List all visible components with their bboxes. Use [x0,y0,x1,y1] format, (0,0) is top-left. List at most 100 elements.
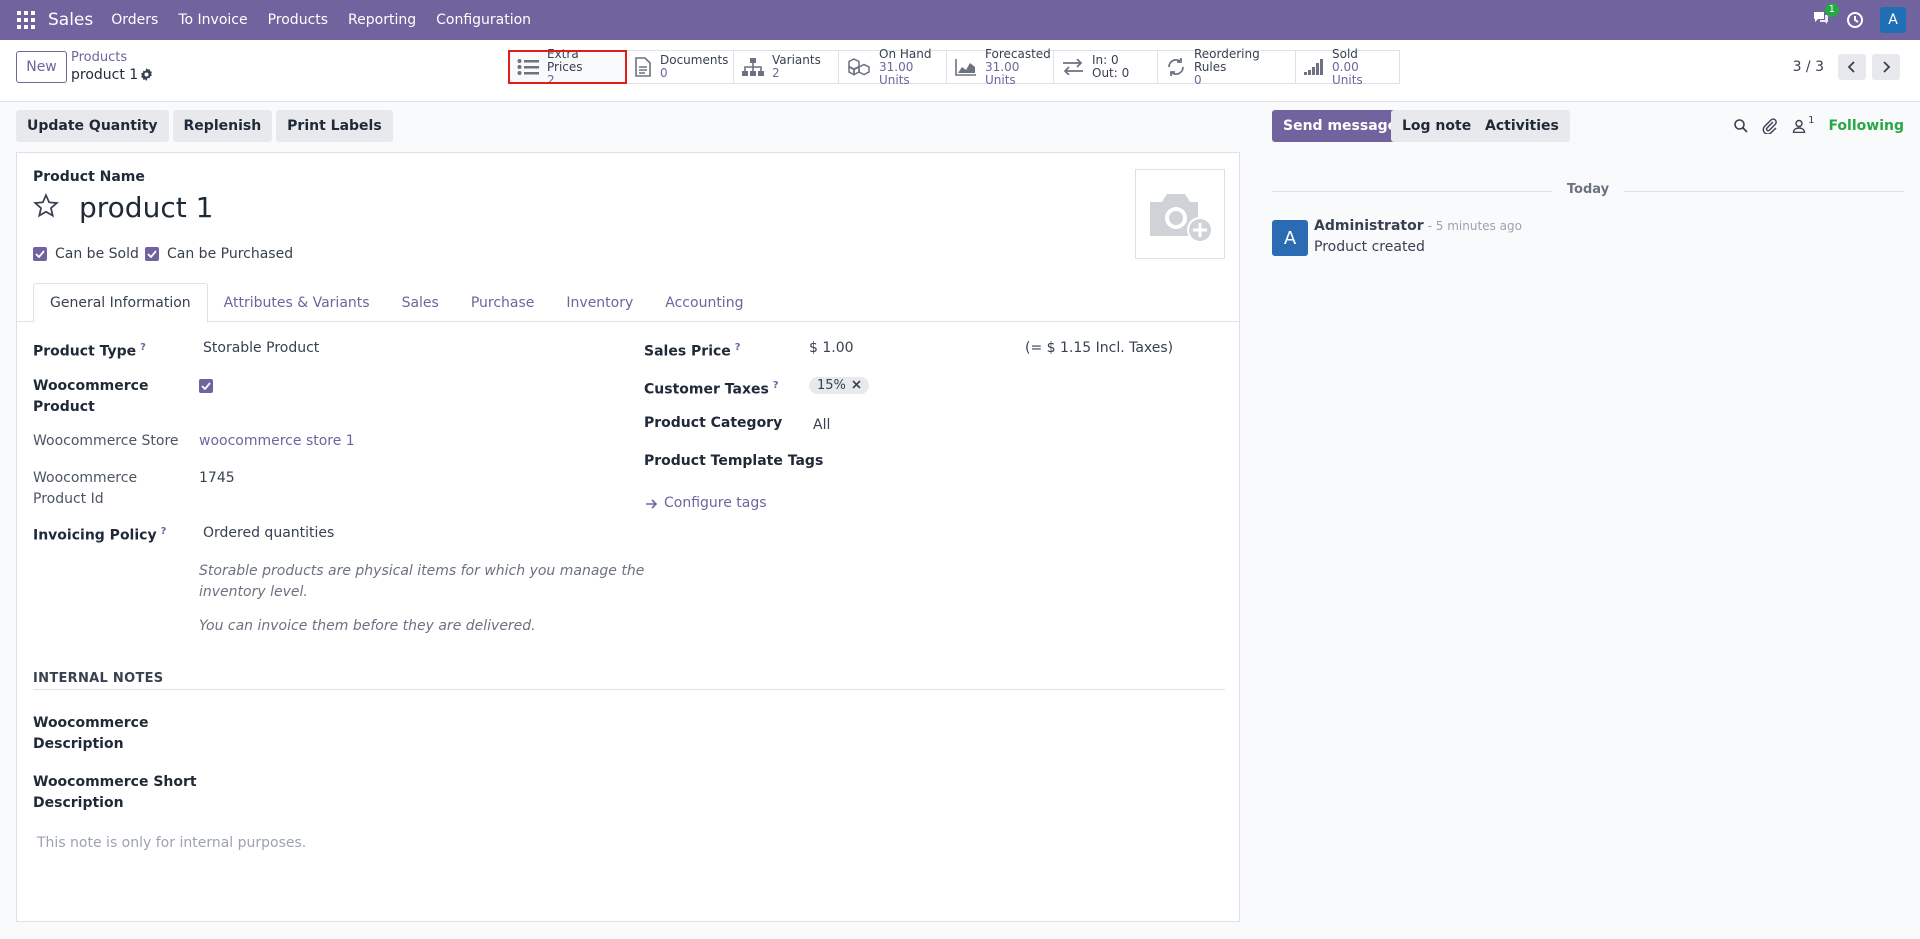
message-time: - 5 minutes ago [1427,219,1522,233]
tab-inventory[interactable]: Inventory [550,283,649,323]
product-name-label: Product Name [33,169,145,185]
paperclip-icon[interactable] [1762,118,1778,134]
message-author[interactable]: Administrator [1314,218,1424,234]
update-quantity-button[interactable]: Update Quantity [16,110,169,142]
app-brand[interactable]: Sales [48,10,93,30]
can-be-purchased-checkbox[interactable]: Can be Purchased [145,246,293,262]
messages-badge: 1 [1824,3,1839,17]
stat-label: Forecasted [985,46,1051,61]
variants-button[interactable]: Variants 2 [734,51,839,83]
gear-icon[interactable] [140,68,153,85]
customer-taxes-label-text: Customer Taxes [644,381,769,398]
tab-accounting[interactable]: Accounting [649,283,759,323]
menu-orders[interactable]: Orders [111,12,158,28]
today-divider-right [1624,191,1904,192]
stat-value: 0.00 Units [1332,59,1363,87]
extra-prices-button[interactable]: Extra Prices 2 [508,47,627,86]
menu-configuration[interactable]: Configuration [436,12,531,28]
pager-value[interactable]: 3 / 3 [1793,59,1824,75]
woocommerce-product-checkbox[interactable] [199,378,221,394]
smart-buttons: Extra Prices 2 Documents 0 Variants 2 On Ha… [508,46,1400,86]
tab-general-information[interactable]: General Information [33,283,208,323]
reordering-rules-button[interactable]: Reordering Rules 0 [1158,46,1296,86]
can-be-sold-checkbox[interactable]: Can be Sold [33,246,139,262]
stat-label: Reordering Rules [1194,46,1260,74]
tab-purchase[interactable]: Purchase [455,283,551,323]
print-labels-button[interactable]: Print Labels [276,110,393,142]
internal-notes-field[interactable]: This note is only for internal purposes. [37,835,306,851]
help-icon[interactable]: ? [161,526,167,537]
search-icon[interactable] [1734,119,1748,133]
woocommerce-product-id-label-line1: Woocommerce [33,470,138,486]
pager-next-button[interactable] [1872,54,1900,80]
sales-price-input[interactable]: $ 1.00 [809,338,854,359]
replenish-button[interactable]: Replenish [172,110,273,142]
menu-reporting[interactable]: Reporting [348,12,416,28]
product-image[interactable] [1135,169,1225,259]
message-author-avatar[interactable]: A [1272,220,1308,256]
menu-products[interactable]: Products [268,12,328,28]
list-icon [517,58,539,76]
apps-menu-icon[interactable] [8,0,44,40]
following-button[interactable]: Following [1828,118,1904,134]
price-incl-taxes: (= $ 1.15 Incl. Taxes) [1025,340,1174,356]
product-category-select[interactable]: All [813,415,830,436]
signal-icon [1304,59,1324,75]
refresh-icon [1166,57,1186,77]
product-type-select[interactable]: Storable Product [203,338,319,359]
tax-tag: 15% [809,377,869,394]
storable-hint-line2: inventory level. [199,584,308,600]
can-be-purchased-label: Can be Purchased [167,246,294,262]
form-tabs: General Information Attributes & Variant… [33,283,759,323]
log-note-button[interactable]: Log note [1391,110,1483,142]
help-icon[interactable]: ? [735,342,741,353]
stat-value: 31.00 Units [985,59,1020,87]
stat-label: Documents [660,53,729,67]
product-name-input[interactable]: product 1 [79,191,213,224]
invoicing-policy-select[interactable]: Ordered quantities [203,523,334,544]
documents-button[interactable]: Documents 0 [626,51,734,83]
user-avatar[interactable]: A [1880,7,1906,33]
stat-value: Out: 0 [1092,66,1130,80]
invoice-hint: You can invoice them before they are del… [199,618,536,634]
stat-value: 0 [1194,72,1202,87]
new-button[interactable]: New [16,51,67,83]
woocommerce-short-description-label: Woocommerce Short Description [33,772,197,814]
star-icon[interactable] [33,193,59,223]
tax-tag-label: 15% [817,378,846,393]
breadcrumb-products[interactable]: Products [71,50,127,65]
forecasted-button[interactable]: Forecasted 31.00 Units [947,46,1054,86]
remove-tag-icon[interactable] [852,378,861,393]
stat-value: 31.00 Units [879,59,914,87]
woocommerce-product-id-label-line2: Product Id [33,491,104,507]
woocommerce-store-link[interactable]: woocommerce store 1 [199,431,355,452]
woocommerce-product-label-line1: Woocommerce [33,378,149,394]
in-out-button[interactable]: In: 0 Out: 0 [1054,51,1158,83]
pager: 3 / 3 [1793,54,1900,80]
configure-tags-link[interactable]: Configure tags [646,493,767,514]
sold-button[interactable]: Sold 0.00 Units [1296,47,1399,86]
sales-price-label-text: Sales Price [644,343,731,360]
internal-notes-title: INTERNAL NOTES [33,671,164,686]
tab-attributes-variants[interactable]: Attributes & Variants [208,283,386,323]
tab-sales[interactable]: Sales [386,283,455,323]
followers-button[interactable]: 1 [1792,115,1814,133]
on-hand-button[interactable]: On Hand 31.00 Units [839,47,947,86]
sales-price-label: Sales Price? [644,337,741,363]
invoicing-policy-label-text: Invoicing Policy [33,527,157,544]
product-template-tags-label: Product Template Tags [644,453,824,469]
activities-button[interactable]: Activities [1474,110,1570,142]
pager-previous-button[interactable] [1838,54,1866,80]
messages-button[interactable]: 1 [1812,3,1839,30]
help-icon[interactable]: ? [773,380,779,391]
woocommerce-store-label: Woocommerce Store [33,433,179,449]
form-actions: Update Quantity Replenish Print Labels [16,110,393,142]
control-panel: New Products product 1 Extra Prices 2 Doc… [0,40,1920,102]
checkbox-checked-icon [199,379,213,393]
help-icon[interactable]: ? [140,342,146,353]
send-message-button[interactable]: Send message [1272,110,1409,142]
clock-icon[interactable] [1846,11,1864,29]
product-type-label-text: Product Type [33,343,137,360]
menu-to-invoice[interactable]: To Invoice [178,12,247,28]
product-type-label: Product Type? [33,337,146,363]
